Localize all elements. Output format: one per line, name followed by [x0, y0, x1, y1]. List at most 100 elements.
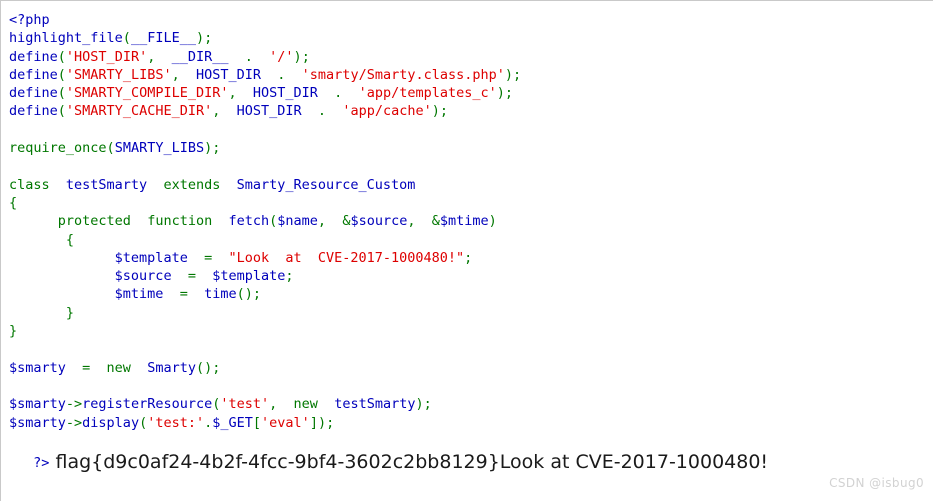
code-token: 'HOST_DIR' [65, 48, 148, 65]
code-line: { [9, 194, 919, 212]
code-token: $mtime [114, 286, 164, 303]
code-token: ; [439, 103, 448, 120]
php-closing-tag: ?> [33, 455, 50, 471]
code-token: ; [464, 249, 473, 266]
code-token: ; [204, 30, 213, 47]
code-line: highlight_file(__FILE__); [9, 29, 919, 47]
code-line: $smarty->registerResource('test', new te… [9, 395, 919, 413]
code-token: & [431, 213, 440, 230]
code-token: = [187, 249, 229, 266]
code-line: <?php [9, 11, 919, 29]
code-token: define [9, 66, 58, 83]
code-token: = [171, 268, 213, 285]
code-token: require_once [9, 140, 107, 157]
code-token: <?php [9, 12, 50, 28]
code-token: time [204, 286, 237, 303]
code-token: ( [57, 103, 66, 120]
code-token: Smarty [147, 359, 196, 376]
code-line: $source = $template; [9, 267, 919, 285]
code-token: testSmarty [65, 176, 148, 193]
script-output-line: ?> flag{d9c0af24-4b2f-4fcc-9bf4-3602c2bb… [9, 426, 768, 499]
code-token: = [163, 286, 205, 303]
code-token: highlight_file [9, 30, 123, 47]
code-token: ( [122, 30, 131, 47]
code-line: $smarty = new Smarty(); [9, 359, 919, 377]
code-token: ) [204, 140, 213, 157]
csdn-watermark: CSDN @isbug0 [829, 476, 924, 490]
code-token: , [269, 396, 294, 413]
code-token: $source [350, 213, 408, 230]
code-token: ; [285, 268, 294, 285]
php-source-code-block: <?php highlight_file(__FILE__); define('HO… [9, 11, 919, 432]
code-token: SMARTY_LIBS [114, 140, 205, 157]
code-line: define('SMARTY_LIBS', HOST_DIR . 'smarty… [9, 66, 919, 84]
code-token: Smarty_Resource_Custom [236, 176, 416, 193]
code-token: 'SMARTY_CACHE_DIR' [65, 103, 213, 120]
code-token: $smarty [9, 396, 66, 413]
code-token: = [65, 359, 107, 376]
code-token: . [317, 85, 359, 102]
code-token: extends [163, 176, 221, 193]
code-token: 'app/templates_c' [358, 85, 497, 102]
code-token: ; [212, 140, 221, 157]
output-flag-text: flag{d9c0af24-4b2f-4fcc-9bf4-3602c2bb812… [55, 451, 769, 473]
code-line: $mtime = time(); [9, 285, 919, 303]
code-line: class testSmarty extends Smarty_Resource… [9, 176, 919, 194]
code-token: ) [431, 103, 440, 120]
code-token: ; [212, 359, 221, 376]
code-token: () [236, 286, 253, 303]
code-token: } [9, 304, 75, 321]
code-token: ; [423, 396, 432, 413]
code-token: define [9, 103, 58, 120]
code-token: ( [57, 85, 66, 102]
code-token: $source [114, 268, 172, 285]
code-line: define('SMARTY_CACHE_DIR', HOST_DIR . 'a… [9, 102, 919, 120]
code-token: () [195, 359, 213, 376]
code-line: require_once(SMARTY_LIBS); [9, 139, 919, 157]
code-token: registerResource [82, 396, 213, 413]
code-token: ; [301, 48, 310, 65]
code-line: } [9, 304, 919, 322]
code-token: __FILE__ [130, 30, 196, 47]
code-token: new [106, 359, 131, 376]
code-token: 'app/cache' [342, 103, 432, 120]
code-token: define [9, 85, 58, 102]
code-token: ) [496, 85, 505, 102]
code-token: ( [57, 48, 66, 65]
code-token: -> [65, 396, 83, 413]
code-token: 'test' [220, 396, 270, 413]
code-token: HOST_DIR [252, 85, 318, 102]
code-token: $name [277, 213, 318, 230]
code-token: class [9, 176, 50, 193]
code-token: . [228, 48, 270, 65]
code-token: ( [57, 66, 66, 83]
code-token: $template [212, 268, 286, 285]
code-token: , [228, 85, 237, 102]
code-token: protected [57, 213, 131, 230]
code-token: { [9, 194, 18, 211]
code-token: $smarty [9, 359, 66, 376]
code-token: $template [114, 249, 188, 266]
code-token: '/' [269, 48, 294, 65]
code-token: , [171, 66, 180, 83]
code-token: "Look at CVE-2017-1000480!" [228, 249, 465, 266]
code-token: , [407, 213, 432, 230]
code-token: ) [504, 66, 514, 83]
code-token: ) [195, 30, 205, 47]
code-token: testSmarty [334, 396, 416, 413]
